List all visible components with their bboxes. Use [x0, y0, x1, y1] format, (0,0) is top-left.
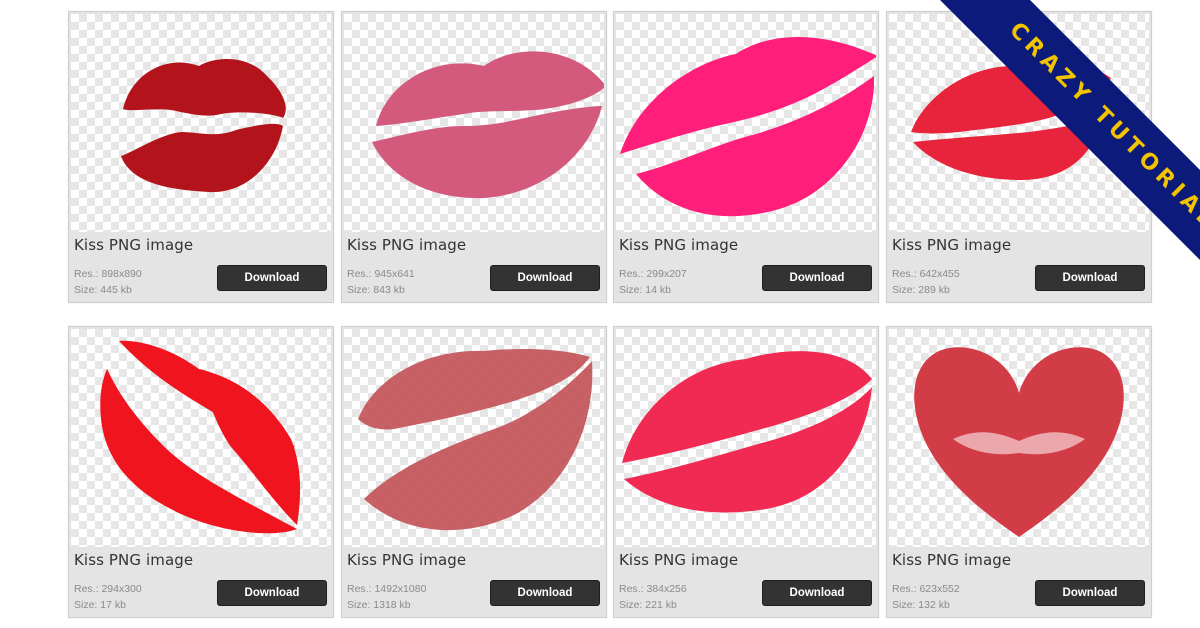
kiss-lips-thumbnail[interactable]: [616, 14, 876, 232]
download-button[interactable]: Download: [1035, 265, 1145, 291]
image-card[interactable]: Kiss PNG image Res.: 1492x1080 Size: 131…: [341, 326, 607, 618]
image-card[interactable]: Kiss PNG image Res.: 294x300 Size: 17 kb…: [68, 326, 334, 618]
file-size-text: Size: 1318 kb: [347, 599, 411, 611]
resolution-text: Res.: 642x455: [892, 268, 960, 280]
kiss-lips-image: [372, 51, 604, 199]
kiss-lips-thumbnail[interactable]: [344, 329, 604, 547]
download-button[interactable]: Download: [1035, 580, 1145, 606]
kiss-lips-thumbnail[interactable]: [344, 14, 604, 232]
file-size-text: Size: 221 kb: [619, 599, 677, 611]
kiss-lips-thumbnail[interactable]: [889, 14, 1149, 232]
file-size-text: Size: 17 kb: [74, 599, 126, 611]
kiss-lips-image: [358, 349, 593, 531]
file-size-text: Size: 14 kb: [619, 284, 671, 296]
image-card[interactable]: Kiss PNG image Res.: 642x455 Size: 289 k…: [886, 11, 1152, 303]
kiss-lips-image: [622, 351, 872, 513]
kiss-lips-image: [620, 36, 876, 217]
download-button[interactable]: Download: [762, 580, 872, 606]
image-title: Kiss PNG image: [74, 236, 194, 254]
download-button[interactable]: Download: [217, 265, 327, 291]
resolution-text: Res.: 384x256: [619, 583, 687, 595]
image-card[interactable]: Kiss PNG image Res.: 299x207 Size: 14 kb…: [613, 11, 879, 303]
download-button[interactable]: Download: [762, 265, 872, 291]
resolution-text: Res.: 294x300: [74, 583, 142, 595]
resolution-text: Res.: 299x207: [619, 268, 687, 280]
kiss-lips-thumbnail[interactable]: [616, 329, 876, 547]
image-card[interactable]: Kiss PNG image Res.: 623x552 Size: 132 k…: [886, 326, 1152, 618]
resolution-text: Res.: 945x641: [347, 268, 415, 280]
kiss-lips-thumbnail[interactable]: [889, 329, 1149, 547]
resolution-text: Res.: 1492x1080: [347, 583, 427, 595]
image-title: Kiss PNG image: [347, 236, 467, 254]
file-size-text: Size: 289 kb: [892, 284, 950, 296]
image-title: Kiss PNG image: [892, 236, 1012, 254]
file-size-text: Size: 445 kb: [74, 284, 132, 296]
image-card[interactable]: Kiss PNG image Res.: 898x890 Size: 445 k…: [68, 11, 334, 303]
kiss-lips-image: [911, 60, 1111, 180]
image-title: Kiss PNG image: [347, 551, 467, 569]
image-title: Kiss PNG image: [619, 551, 739, 569]
kiss-lips-image: [100, 340, 301, 534]
download-button[interactable]: Download: [217, 580, 327, 606]
image-title: Kiss PNG image: [74, 551, 194, 569]
kiss-lips-thumbnail[interactable]: [71, 14, 331, 232]
image-grid: Kiss PNG image Res.: 898x890 Size: 445 k…: [0, 0, 1200, 628]
image-card[interactable]: Kiss PNG image Res.: 384x256 Size: 221 k…: [613, 326, 879, 618]
kiss-lips-image: [914, 347, 1124, 537]
download-button[interactable]: Download: [490, 265, 600, 291]
resolution-text: Res.: 623x552: [892, 583, 960, 595]
image-title: Kiss PNG image: [619, 236, 739, 254]
image-card[interactable]: Kiss PNG image Res.: 945x641 Size: 843 k…: [341, 11, 607, 303]
download-button[interactable]: Download: [490, 580, 600, 606]
kiss-lips-thumbnail[interactable]: [71, 329, 331, 547]
resolution-text: Res.: 898x890: [74, 268, 142, 280]
file-size-text: Size: 843 kb: [347, 284, 405, 296]
kiss-lips-image: [121, 58, 286, 193]
file-size-text: Size: 132 kb: [892, 599, 950, 611]
image-title: Kiss PNG image: [892, 551, 1012, 569]
